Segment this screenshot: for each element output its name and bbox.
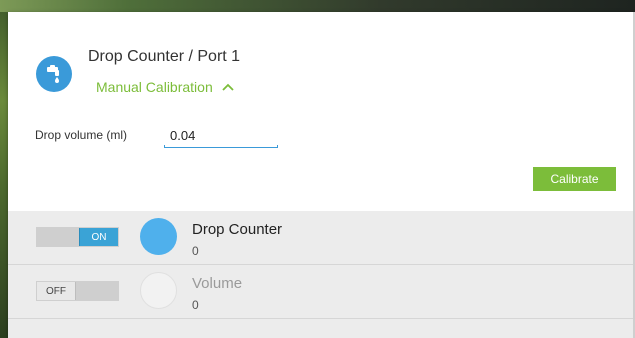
drop-volume-underline	[164, 145, 278, 148]
dialog-title: Drop Counter / Port 1	[88, 48, 241, 65]
calibrate-button[interactable]: Calibrate	[533, 167, 616, 191]
drop-counter-value: 0	[192, 244, 199, 258]
manual-calibration-toggle[interactable]: Manual Calibration	[96, 79, 235, 95]
volume-toggle[interactable]: OFF	[36, 281, 119, 301]
drop-counter-toggle[interactable]: ON	[36, 227, 119, 247]
drop-counter-title: Drop Counter	[192, 221, 283, 238]
drop-volume-input[interactable]	[166, 124, 278, 146]
volume-title: Volume	[192, 275, 243, 292]
faucet-drop-icon	[36, 56, 72, 92]
drop-counter-status-dot	[140, 218, 177, 255]
dialog-header: Drop Counter / Port 1 Manual Calibration	[8, 12, 633, 112]
toggle-off-label: OFF	[37, 282, 76, 300]
volume-status-dot	[140, 272, 177, 309]
sensor-row-drop-counter: ON Drop Counter 0	[8, 211, 633, 265]
drop-volume-label: Drop volume (ml)	[35, 128, 128, 142]
toggle-on-label: ON	[79, 228, 118, 246]
background-top-edge	[0, 0, 635, 12]
sensor-list: ON Drop Counter 0 OFF Volume 0	[8, 211, 633, 338]
manual-calibration-label: Manual Calibration	[96, 79, 213, 95]
volume-value: 0	[192, 298, 199, 312]
calibration-dialog: Drop Counter / Port 1 Manual Calibration…	[8, 12, 633, 338]
sensor-row-volume: OFF Volume 0	[8, 265, 633, 319]
chevron-up-icon	[221, 80, 235, 94]
